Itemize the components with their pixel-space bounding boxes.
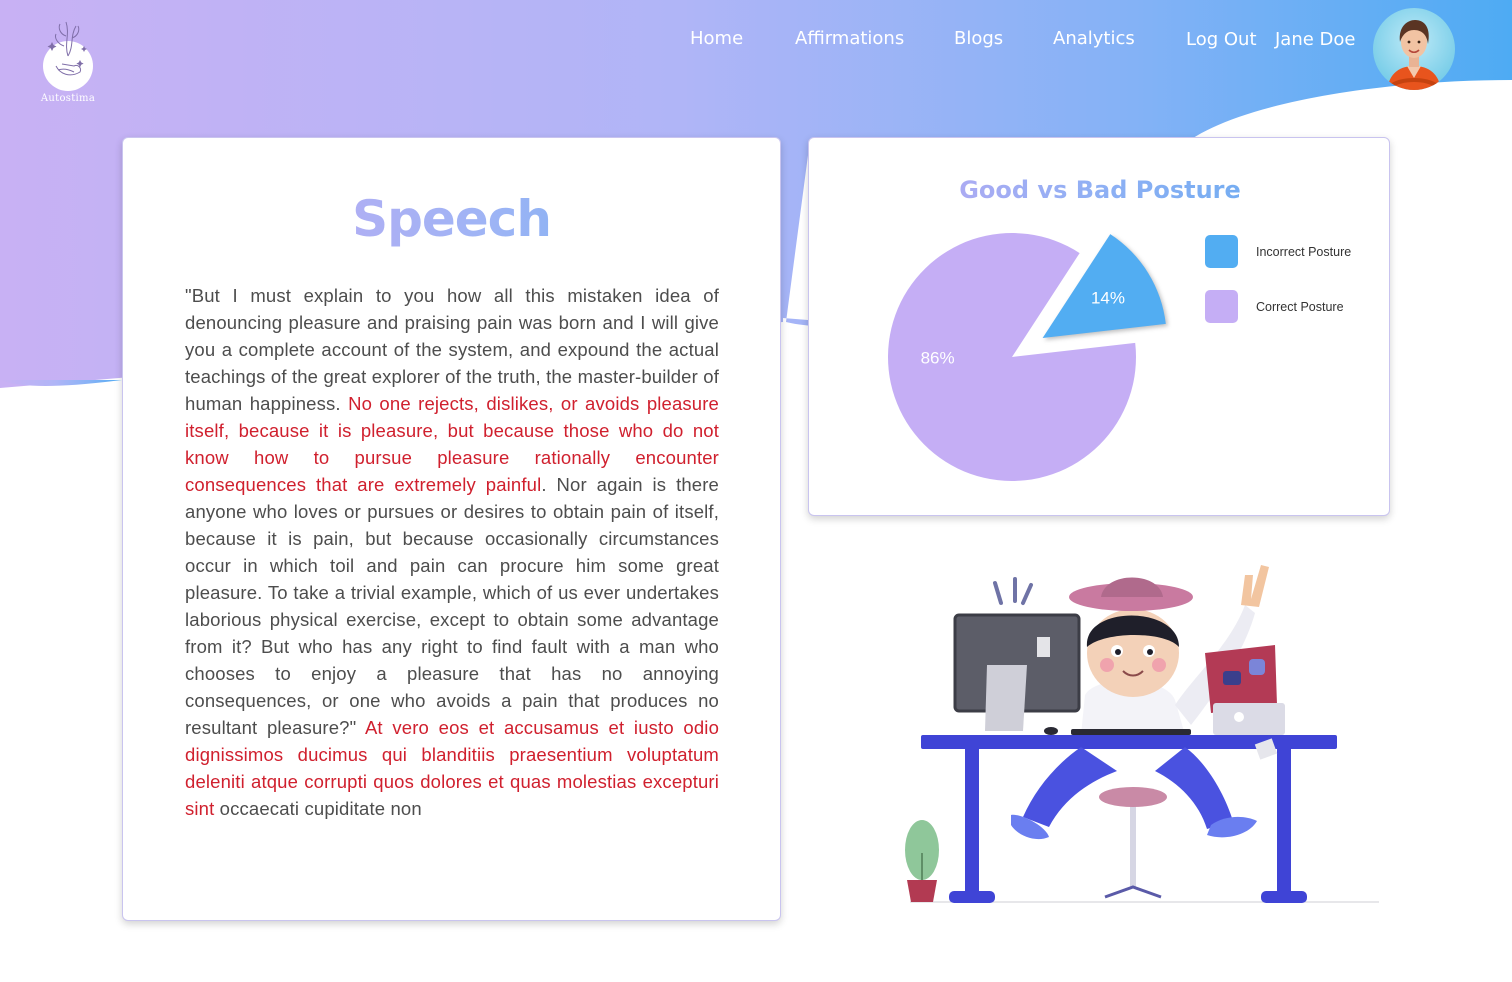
nav-affirmations[interactable]: Affirmations: [795, 28, 904, 49]
user-avatar[interactable]: [1373, 8, 1455, 90]
brand-name: Autostima: [40, 93, 96, 104]
legend-swatch: [1205, 235, 1238, 268]
nav-blogs[interactable]: Blogs: [954, 28, 1003, 49]
user-name[interactable]: Jane Doe: [1275, 29, 1356, 50]
pie-label: 14%: [1091, 289, 1125, 308]
legend-label: Incorrect Posture: [1256, 244, 1352, 259]
posture-pie-chart: 86% 14%: [888, 232, 1166, 481]
legend-item-incorrect: Incorrect Posture: [1205, 235, 1351, 268]
hand-lotus-icon: [43, 21, 93, 91]
nav-log-out[interactable]: Log Out: [1186, 29, 1257, 50]
posture-chart-card: Good vs Bad Posture 86% 14% Incorrect Pos…: [808, 137, 1390, 516]
nav-analytics[interactable]: Analytics: [1053, 28, 1135, 49]
brand-logo[interactable]: Autostima: [36, 16, 100, 108]
speech-title: Speech: [123, 190, 780, 248]
speech-segment: . Nor again is there anyone who loves or…: [185, 474, 719, 738]
legend-item-correct: Correct Posture: [1205, 290, 1344, 323]
speech-segment: occaecati cupiditate non: [214, 798, 422, 819]
speech-text: "But I must explain to you how all this …: [185, 282, 719, 822]
legend-swatch: [1205, 290, 1238, 323]
pie-label: 86%: [921, 348, 955, 367]
legend-label: Correct Posture: [1256, 299, 1344, 314]
nav-home[interactable]: Home: [690, 28, 743, 49]
person-at-desk-illustration: [905, 565, 1379, 903]
user-avatar-image: [1387, 20, 1441, 90]
speech-card: Speech "But I must explain to you how al…: [122, 137, 781, 921]
